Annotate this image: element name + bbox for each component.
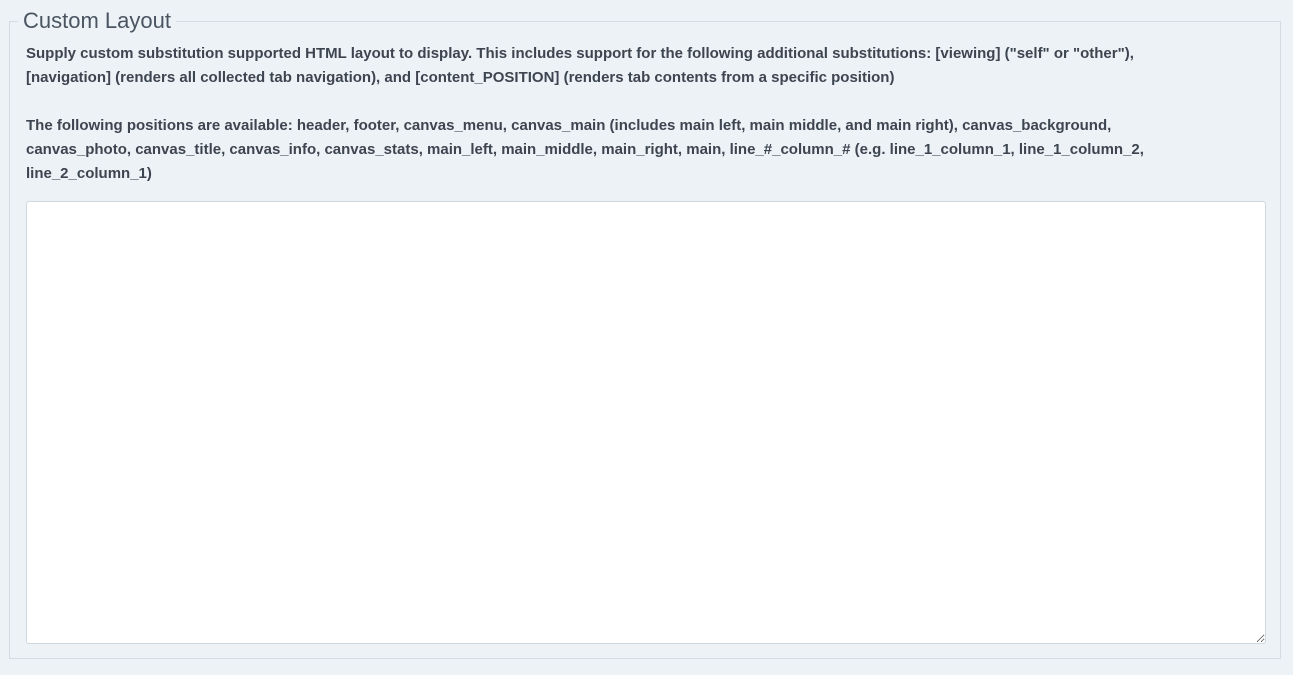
- section-legend: Custom Layout: [18, 6, 176, 36]
- help-text: Supply custom substitution supported HTM…: [26, 42, 1216, 186]
- help-substitutions: Supply custom substitution supported HTM…: [26, 45, 1134, 86]
- help-positions: The following positions are available: h…: [26, 117, 1144, 182]
- custom-layout-textarea[interactable]: [26, 201, 1266, 644]
- custom-layout-fieldset: Custom Layout Supply custom substitution…: [9, 6, 1281, 659]
